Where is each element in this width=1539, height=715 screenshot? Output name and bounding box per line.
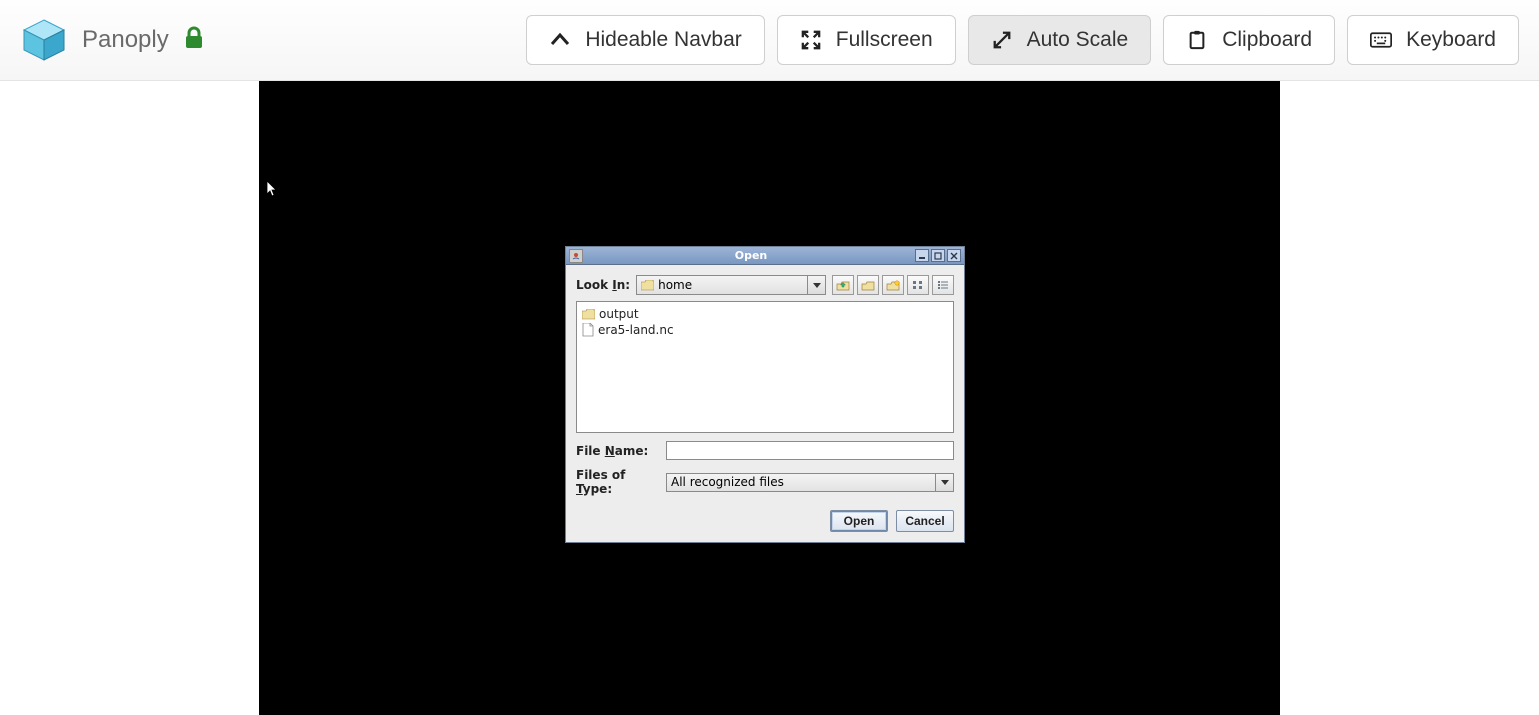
dialog-actions: Open Cancel [576,510,954,532]
file-icon [582,323,594,337]
vnc-desktop[interactable]: Open Look In: home [259,81,1280,715]
fullscreen-icon [800,29,822,51]
keyboard-label: Keyboard [1406,28,1496,52]
keyboard-button[interactable]: Keyboard [1347,15,1519,65]
dialog-title: Open [587,249,915,262]
look-in-combo[interactable]: home [636,275,826,295]
maximize-button[interactable] [931,249,945,262]
clipboard-icon [1186,29,1208,51]
app-title: Panoply [82,26,169,54]
up-one-level-button[interactable] [832,275,854,295]
clipboard-button[interactable]: Clipboard [1163,15,1335,65]
top-navbar: Panoply Hideable Navbar [0,0,1539,81]
navbar-left: Panoply [20,16,205,64]
files-of-type-combo[interactable]: All recognized files [666,473,954,492]
window-buttons [915,249,961,262]
folder-icon [641,280,654,291]
file-chooser-toolbar [832,275,954,295]
open-button[interactable]: Open [830,510,888,532]
auto-scale-button[interactable]: Auto Scale [968,15,1152,65]
lock-icon [183,26,205,55]
file-name-label: File Name: [576,444,660,458]
files-of-type-row: Files of Type: All recognized files [576,468,954,496]
home-button[interactable] [857,275,879,295]
files-of-type-value: All recognized files [667,474,935,491]
expand-arrows-icon [991,29,1013,51]
list-view-button[interactable] [907,275,929,295]
file-list-area[interactable]: output era5-land.nc [576,301,954,433]
file-name-row: File Name: [576,441,954,460]
look-in-row: Look In: home [576,275,954,295]
panoply-logo-icon [20,16,68,64]
dialog-titlebar[interactable]: Open [566,247,964,265]
details-view-button[interactable] [932,275,954,295]
look-in-value: home [658,278,692,292]
close-button[interactable] [947,249,961,262]
file-name-input[interactable] [666,441,954,460]
files-of-type-label: Files of Type: [576,468,660,496]
fullscreen-label: Fullscreen [836,28,933,52]
open-file-dialog: Open Look In: home [565,246,965,543]
desktop-wrap: Open Look In: home [0,81,1539,715]
dialog-body: Look In: home [566,265,964,542]
combo-arrow-icon[interactable] [935,474,953,491]
auto-scale-label: Auto Scale [1027,28,1129,52]
hideable-navbar-label: Hideable Navbar [585,28,741,52]
keyboard-icon [1370,29,1392,51]
navbar-right: Hideable Navbar Fullscreen [526,15,1519,65]
minimize-button[interactable] [915,249,929,262]
chevron-up-icon [549,29,571,51]
folder-icon [582,309,595,320]
combo-arrow-icon[interactable] [807,276,825,294]
list-item[interactable]: output [581,306,949,322]
fullscreen-button[interactable]: Fullscreen [777,15,956,65]
look-in-value-area: home [637,276,807,294]
java-app-icon [569,249,583,263]
hideable-navbar-button[interactable]: Hideable Navbar [526,15,764,65]
list-item[interactable]: era5-land.nc [581,322,949,338]
cancel-button[interactable]: Cancel [896,510,954,532]
look-in-label: Look In: [576,278,630,292]
new-folder-button[interactable] [882,275,904,295]
list-item-label: era5-land.nc [598,323,674,337]
clipboard-label: Clipboard [1222,28,1312,52]
mouse-cursor-icon [266,180,280,203]
list-item-label: output [599,307,639,321]
